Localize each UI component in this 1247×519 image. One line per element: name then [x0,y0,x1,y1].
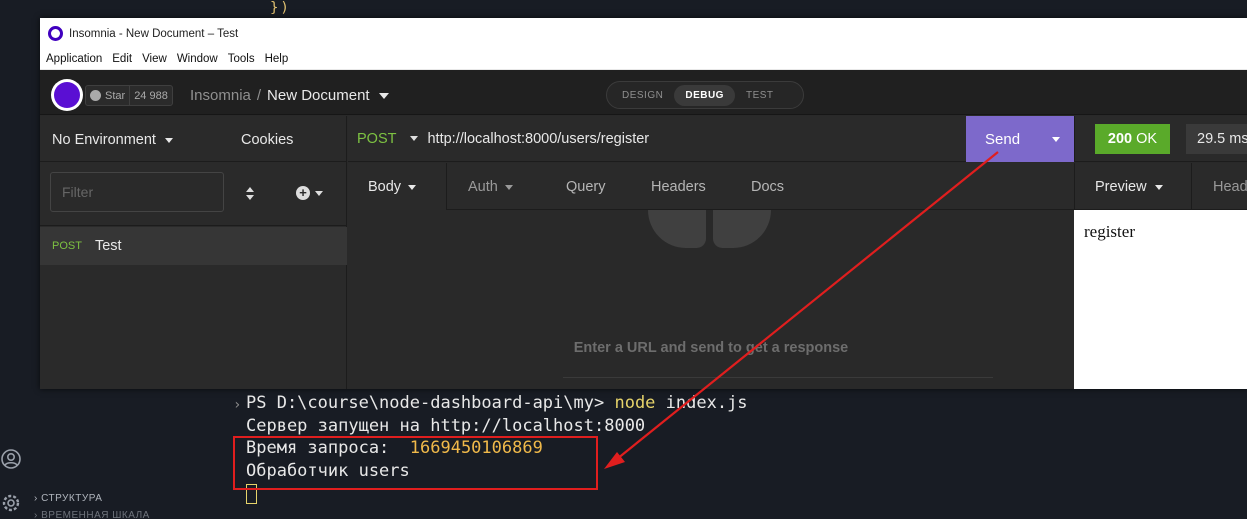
tab-body-label: Body [368,179,402,195]
menu-edit[interactable]: Edit [112,53,132,65]
breadcrumb-separator: / [256,87,262,104]
breadcrumb: Insomnia / New Document [190,87,389,104]
tab-body[interactable]: Body [348,163,447,210]
insomnia-app-icon [48,26,63,41]
menu-application[interactable]: Application [46,53,102,65]
environment-row: No Environment Cookies [40,116,346,162]
settings-gear-icon[interactable] [0,492,22,514]
cookies-button[interactable]: Cookies [241,132,293,148]
environment-dropdown[interactable]: No Environment [52,132,173,148]
menu-help[interactable]: Help [265,53,289,65]
terminal-prompt: PS D:\course\node-dashboard-api\my> [246,393,615,413]
breadcrumb-document[interactable]: New Document [267,87,370,104]
status-text: OK [1136,131,1158,147]
response-status-bar: 200 OK 29.5 ms [1074,116,1247,162]
outline-label: СТРУКТУРА [41,493,103,504]
request-body-pane: Enter a URL and send to get a response [348,210,1074,389]
menu-view[interactable]: View [142,53,167,65]
status-badge: 200 OK [1095,124,1170,154]
annotation-highlight-box [233,436,598,490]
status-code: 200 [1107,131,1133,147]
mode-test[interactable]: TEST [735,85,785,106]
app-header: Star 24 988 Insomnia / New Document DESI… [40,70,1247,115]
chevron-down-icon [164,137,173,143]
response-time: 29.5 ms [1186,124,1247,154]
window-title: Insomnia - New Document – Test [69,27,239,40]
tab-response-headers[interactable]: Header [1213,179,1247,195]
github-icon [90,90,101,101]
star-count: 24 988 [134,89,168,102]
mode-switcher: DESIGN DEBUG TEST [606,81,804,109]
tab-auth[interactable]: Auth [468,179,513,195]
timeline-section[interactable]: › ВРЕМЕННАЯ ШКАЛА [34,507,150,519]
account-icon[interactable] [0,448,22,470]
filter-input[interactable]: Filter [50,172,224,212]
menu-tools[interactable]: Tools [228,53,255,65]
prompt-chevron-icon: › [233,397,242,413]
sort-icon[interactable] [246,187,255,201]
tab-preview[interactable]: Preview [1075,163,1192,210]
terminal-line-command: PS D:\course\node-dashboard-api\my> node… [246,392,748,415]
explorer-sections: › СТРУКТУРА › ВРЕМЕННАЯ ШКАЛА [34,490,150,519]
request-method-badge: POST [52,240,82,252]
request-list-item[interactable]: POST Test [40,227,347,265]
request-name: Test [94,238,122,254]
empty-state-logo-icon [648,210,778,252]
response-preview: register [1074,210,1247,389]
send-button[interactable]: Send [966,116,1074,162]
outline-section[interactable]: › СТРУКТУРА [34,490,150,507]
timeline-label: ВРЕМЕННАЯ ШКАЛА [41,510,150,519]
mode-design[interactable]: DESIGN [611,85,674,106]
add-request-button[interactable]: + [296,186,323,200]
github-star-button[interactable]: Star 24 988 [85,85,173,106]
response-tabs: Preview Header [1074,163,1247,210]
chevron-down-icon [315,190,323,196]
environment-label: No Environment [52,132,156,148]
insomnia-logo-icon[interactable] [51,79,83,111]
filter-row: Filter + [40,162,346,226]
tab-auth-label: Auth [468,179,498,195]
tab-docs[interactable]: Docs [751,179,784,195]
chevron-down-icon[interactable] [410,136,419,141]
empty-state-message: Enter a URL and send to get a response [573,340,849,356]
method-dropdown[interactable]: POST [357,131,396,147]
chevron-down-icon[interactable] [378,92,389,99]
terminal-args: index.js [655,393,748,413]
terminal-command: node [614,393,656,413]
chevron-down-icon [408,184,417,190]
sidebar: No Environment Cookies Filter + POST Tes… [40,116,347,389]
url-input[interactable]: http://localhost:8000/users/register [427,131,649,147]
chevron-down-icon [504,184,513,190]
breadcrumb-workspace[interactable]: Insomnia [190,87,251,104]
plus-circle-icon: + [296,186,310,200]
tab-preview-label: Preview [1095,179,1147,195]
terminal-line-server: Сервер запущен на http://localhost:8000 [246,415,646,436]
menu-window[interactable]: Window [177,53,218,65]
divider [563,377,993,378]
code-editor-fragment: }) [270,0,291,16]
tab-query[interactable]: Query [566,179,606,195]
request-tabs: Body Auth Query Headers Docs [348,163,1074,210]
tab-headers[interactable]: Headers [651,179,706,195]
chevron-down-icon [1154,184,1163,190]
mode-debug[interactable]: DEBUG [674,84,735,106]
star-label: Star [105,89,126,102]
url-bar: POST http://localhost:8000/users/registe… [348,116,966,162]
send-options-chevron-icon[interactable] [1052,137,1060,142]
menu-bar: Application Edit View Window Tools Help [40,49,1247,70]
window-titlebar: Insomnia - New Document – Test [40,18,1247,49]
send-label: Send [985,130,1021,148]
insomnia-window: Insomnia - New Document – Test Applicati… [40,18,1247,389]
